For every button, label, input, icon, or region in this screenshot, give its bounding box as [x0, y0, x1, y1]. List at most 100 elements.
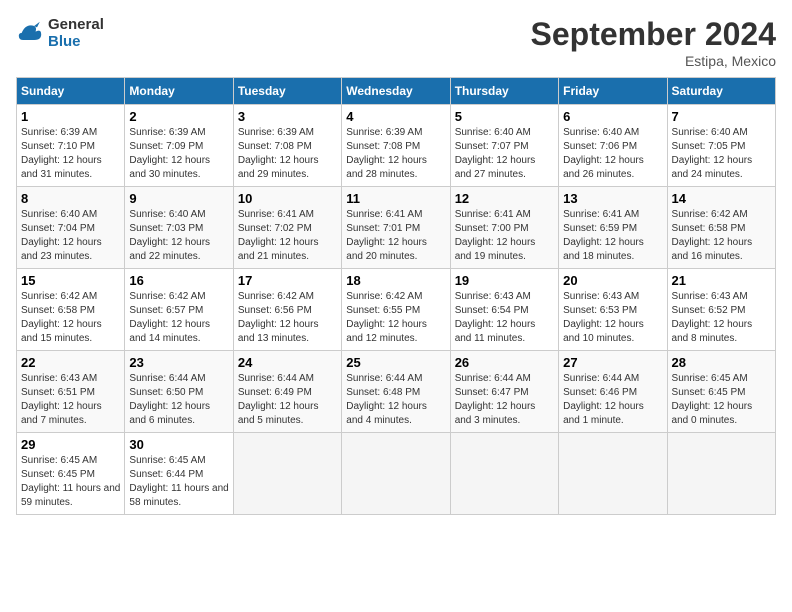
table-row: 12Sunrise: 6:41 AMSunset: 7:00 PMDayligh…: [450, 187, 558, 269]
col-monday: Monday: [125, 78, 233, 105]
table-row: 18 Sunrise: 6:42 AMSunset: 6:55 PMDayligh…: [342, 269, 450, 351]
day-number: 9: [129, 191, 228, 206]
day-number: 20: [563, 273, 662, 288]
day-number: 13: [563, 191, 662, 206]
day-number: 12: [455, 191, 554, 206]
table-row: 1 Sunrise: 6:39 AMSunset: 7:10 PMDaylight…: [17, 105, 125, 187]
table-row: 29 Sunrise: 6:45 AMSunset: 6:45 PMDayligh…: [17, 433, 125, 515]
day-number: 23: [129, 355, 228, 370]
location: Estipa, Mexico: [531, 53, 776, 69]
title-block: September 2024 Estipa, Mexico: [531, 16, 776, 69]
table-row: 5Sunrise: 6:40 AMSunset: 7:07 PMDaylight…: [450, 105, 558, 187]
table-row: [559, 433, 667, 515]
table-row: 19 Sunrise: 6:43 AMSunset: 6:54 PMDayligh…: [450, 269, 558, 351]
table-row: 7Sunrise: 6:40 AMSunset: 7:05 PMDaylight…: [667, 105, 775, 187]
day-info: Sunrise: 6:42 AMSunset: 6:55 PMDaylight:…: [346, 290, 445, 346]
day-number: 11: [346, 191, 445, 206]
table-row: 20 Sunrise: 6:43 AMSunset: 6:53 PMDayligh…: [559, 269, 667, 351]
col-friday: Friday: [559, 78, 667, 105]
day-info: Sunrise: 6:42 AMSunset: 6:58 PMDaylight:…: [672, 208, 771, 264]
table-row: [667, 433, 775, 515]
day-info: Sunrise: 6:40 AMSunset: 7:05 PMDaylight:…: [672, 126, 771, 182]
calendar-week-row: 1 Sunrise: 6:39 AMSunset: 7:10 PMDaylight…: [17, 105, 776, 187]
table-row: [233, 433, 341, 515]
calendar-week-row: 22 Sunrise: 6:43 AMSunset: 6:51 PMDayligh…: [17, 351, 776, 433]
day-info: Sunrise: 6:40 AMSunset: 7:03 PMDaylight:…: [129, 208, 228, 264]
day-number: 10: [238, 191, 337, 206]
table-row: 21 Sunrise: 6:43 AMSunset: 6:52 PMDayligh…: [667, 269, 775, 351]
page-header: General Blue September 2024 Estipa, Mexi…: [16, 16, 776, 69]
day-info: Sunrise: 6:45 AMSunset: 6:45 PMDaylight:…: [672, 372, 771, 428]
table-row: 13 Sunrise: 6:41 AMSunset: 6:59 PMDayligh…: [559, 187, 667, 269]
day-number: 21: [672, 273, 771, 288]
day-number: 26: [455, 355, 554, 370]
day-info: Sunrise: 6:42 AMSunset: 6:56 PMDaylight:…: [238, 290, 337, 346]
table-row: 25Sunrise: 6:44 AMSunset: 6:48 PMDayligh…: [342, 351, 450, 433]
table-row: 15Sunrise: 6:42 AMSunset: 6:58 PMDayligh…: [17, 269, 125, 351]
table-row: 10 Sunrise: 6:41 AMSunset: 7:02 PMDayligh…: [233, 187, 341, 269]
day-number: 24: [238, 355, 337, 370]
day-info: Sunrise: 6:39 AMSunset: 7:08 PMDaylight:…: [238, 126, 337, 182]
day-number: 29: [21, 437, 120, 452]
day-number: 16: [129, 273, 228, 288]
day-info: Sunrise: 6:39 AMSunset: 7:09 PMDaylight:…: [129, 126, 228, 182]
day-number: 2: [129, 109, 228, 124]
calendar-table: Sunday Monday Tuesday Wednesday Thursday…: [16, 77, 776, 515]
day-number: 28: [672, 355, 771, 370]
day-info: Sunrise: 6:44 AMSunset: 6:47 PMDaylight:…: [455, 372, 554, 428]
col-wednesday: Wednesday: [342, 78, 450, 105]
table-row: 24 Sunrise: 6:44 AMSunset: 6:49 PMDayligh…: [233, 351, 341, 433]
calendar-week-row: 15Sunrise: 6:42 AMSunset: 6:58 PMDayligh…: [17, 269, 776, 351]
table-row: 27Sunrise: 6:44 AMSunset: 6:46 PMDayligh…: [559, 351, 667, 433]
table-row: [342, 433, 450, 515]
table-row: [450, 433, 558, 515]
day-info: Sunrise: 6:45 AMSunset: 6:44 PMDaylight:…: [129, 454, 228, 510]
day-info: Sunrise: 6:43 AMSunset: 6:53 PMDaylight:…: [563, 290, 662, 346]
day-info: Sunrise: 6:44 AMSunset: 6:49 PMDaylight:…: [238, 372, 337, 428]
table-row: 14 Sunrise: 6:42 AMSunset: 6:58 PMDayligh…: [667, 187, 775, 269]
calendar-week-row: 29 Sunrise: 6:45 AMSunset: 6:45 PMDayligh…: [17, 433, 776, 515]
day-number: 22: [21, 355, 120, 370]
calendar-header-row: Sunday Monday Tuesday Wednesday Thursday…: [17, 78, 776, 105]
day-info: Sunrise: 6:42 AMSunset: 6:58 PMDaylight:…: [21, 290, 120, 346]
col-sunday: Sunday: [17, 78, 125, 105]
day-number: 19: [455, 273, 554, 288]
day-info: Sunrise: 6:41 AMSunset: 7:01 PMDaylight:…: [346, 208, 445, 264]
day-number: 14: [672, 191, 771, 206]
calendar-week-row: 8 Sunrise: 6:40 AMSunset: 7:04 PMDaylight…: [17, 187, 776, 269]
day-info: Sunrise: 6:40 AMSunset: 7:06 PMDaylight:…: [563, 126, 662, 182]
day-info: Sunrise: 6:41 AMSunset: 7:02 PMDaylight:…: [238, 208, 337, 264]
logo: General Blue: [16, 16, 104, 50]
logo-icon: [16, 19, 44, 47]
col-saturday: Saturday: [667, 78, 775, 105]
day-info: Sunrise: 6:45 AMSunset: 6:45 PMDaylight:…: [21, 454, 120, 510]
day-info: Sunrise: 6:43 AMSunset: 6:51 PMDaylight:…: [21, 372, 120, 428]
table-row: 26 Sunrise: 6:44 AMSunset: 6:47 PMDayligh…: [450, 351, 558, 433]
table-row: 4Sunrise: 6:39 AMSunset: 7:08 PMDaylight…: [342, 105, 450, 187]
col-tuesday: Tuesday: [233, 78, 341, 105]
table-row: 17 Sunrise: 6:42 AMSunset: 6:56 PMDayligh…: [233, 269, 341, 351]
day-number: 8: [21, 191, 120, 206]
col-thursday: Thursday: [450, 78, 558, 105]
table-row: 11 Sunrise: 6:41 AMSunset: 7:01 PMDayligh…: [342, 187, 450, 269]
day-info: Sunrise: 6:44 AMSunset: 6:50 PMDaylight:…: [129, 372, 228, 428]
day-number: 30: [129, 437, 228, 452]
day-info: Sunrise: 6:41 AMSunset: 6:59 PMDaylight:…: [563, 208, 662, 264]
day-number: 17: [238, 273, 337, 288]
day-number: 3: [238, 109, 337, 124]
table-row: 22 Sunrise: 6:43 AMSunset: 6:51 PMDayligh…: [17, 351, 125, 433]
logo-text: General Blue: [48, 16, 104, 50]
day-info: Sunrise: 6:44 AMSunset: 6:48 PMDaylight:…: [346, 372, 445, 428]
day-info: Sunrise: 6:43 AMSunset: 6:54 PMDaylight:…: [455, 290, 554, 346]
day-number: 5: [455, 109, 554, 124]
day-number: 1: [21, 109, 120, 124]
table-row: 28 Sunrise: 6:45 AMSunset: 6:45 PMDayligh…: [667, 351, 775, 433]
table-row: 30 Sunrise: 6:45 AMSunset: 6:44 PMDayligh…: [125, 433, 233, 515]
day-number: 18: [346, 273, 445, 288]
month-title: September 2024: [531, 16, 776, 53]
day-number: 27: [563, 355, 662, 370]
day-info: Sunrise: 6:39 AMSunset: 7:10 PMDaylight:…: [21, 126, 120, 182]
day-info: Sunrise: 6:40 AMSunset: 7:04 PMDaylight:…: [21, 208, 120, 264]
day-info: Sunrise: 6:43 AMSunset: 6:52 PMDaylight:…: [672, 290, 771, 346]
table-row: 9 Sunrise: 6:40 AMSunset: 7:03 PMDaylight…: [125, 187, 233, 269]
